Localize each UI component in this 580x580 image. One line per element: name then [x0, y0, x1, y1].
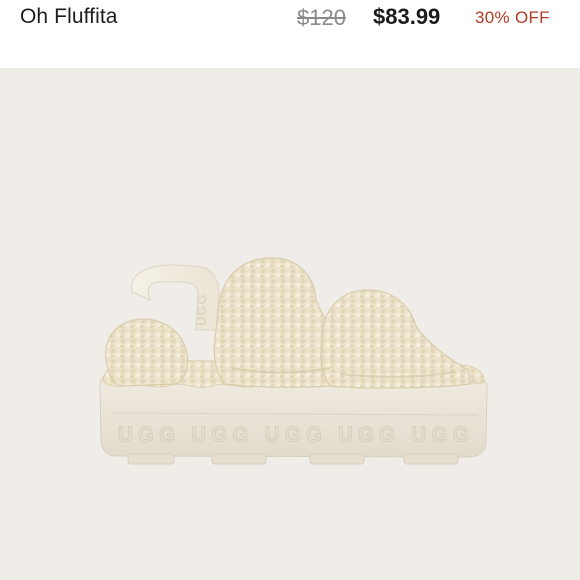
original-price: $120 [297, 5, 346, 30]
product-image[interactable]: UGG UGG UGG UGG UGG UGG [0, 68, 580, 580]
listing-page: Oh Fluffita $120 $83.99 30% OFF UGG UGG … [0, 0, 580, 580]
strap-logo-text: UGG [194, 293, 209, 326]
sandal-illustration: UGG UGG UGG UGG UGG UGG [99, 257, 488, 465]
discount-badge: 30% OFF [475, 8, 550, 27]
sale-price: $83.99 [373, 4, 441, 29]
sole-logo-text: UGG UGG UGG UGG UGG [118, 422, 474, 447]
heel-fleece [104, 318, 189, 387]
product-title: Oh Fluffita [20, 5, 118, 28]
listing-header: Oh Fluffita $120 $83.99 30% OFF [0, 0, 580, 68]
